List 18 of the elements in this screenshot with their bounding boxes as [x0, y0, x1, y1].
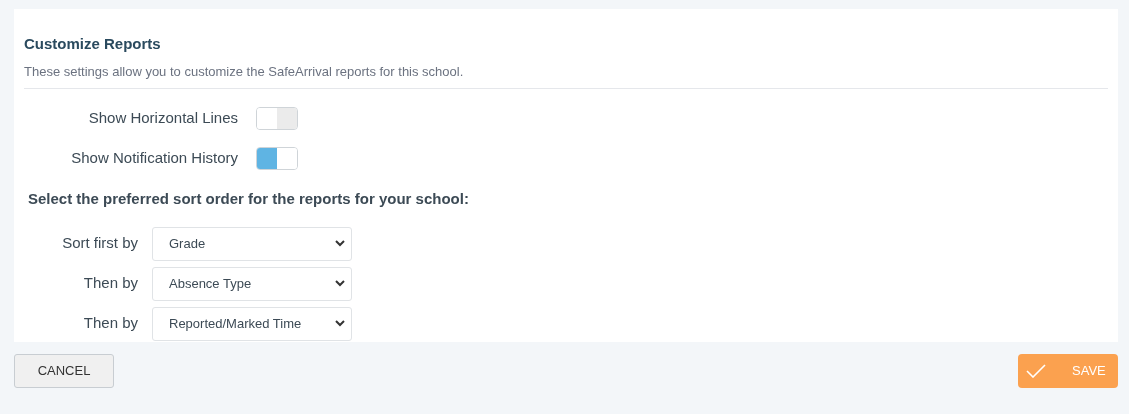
sort-label: Then by: [82, 313, 138, 334]
sort-dropdown[interactable]: Absence Type: [152, 266, 352, 301]
toggle-label: Show Notification History: [70, 148, 238, 169]
section-description: These settings allow you to customize the SafeArrival reports for this school.: [24, 61, 1108, 89]
toggle-switch[interactable]: [256, 147, 298, 170]
section-title: Customize Reports: [24, 34, 162, 54]
chevron-down-icon: [335, 320, 345, 327]
sort-dropdown[interactable]: Grade: [152, 226, 352, 261]
checkmark-icon: [1026, 364, 1046, 378]
toggle-label: Show Horizontal Lines: [87, 108, 238, 129]
sort-label: Sort first by: [61, 233, 138, 254]
chevron-down-icon: [335, 280, 345, 287]
sort-heading: Select the preferred sort order for the reports for your school:: [28, 189, 470, 209]
cancel-button[interactable]: CANCEL: [14, 354, 114, 388]
toggle-switch[interactable]: [256, 107, 298, 130]
sort-dropdown[interactable]: Reported/Marked Time: [152, 306, 352, 341]
sort-label: Then by: [82, 273, 138, 294]
chevron-down-icon: [335, 240, 345, 247]
